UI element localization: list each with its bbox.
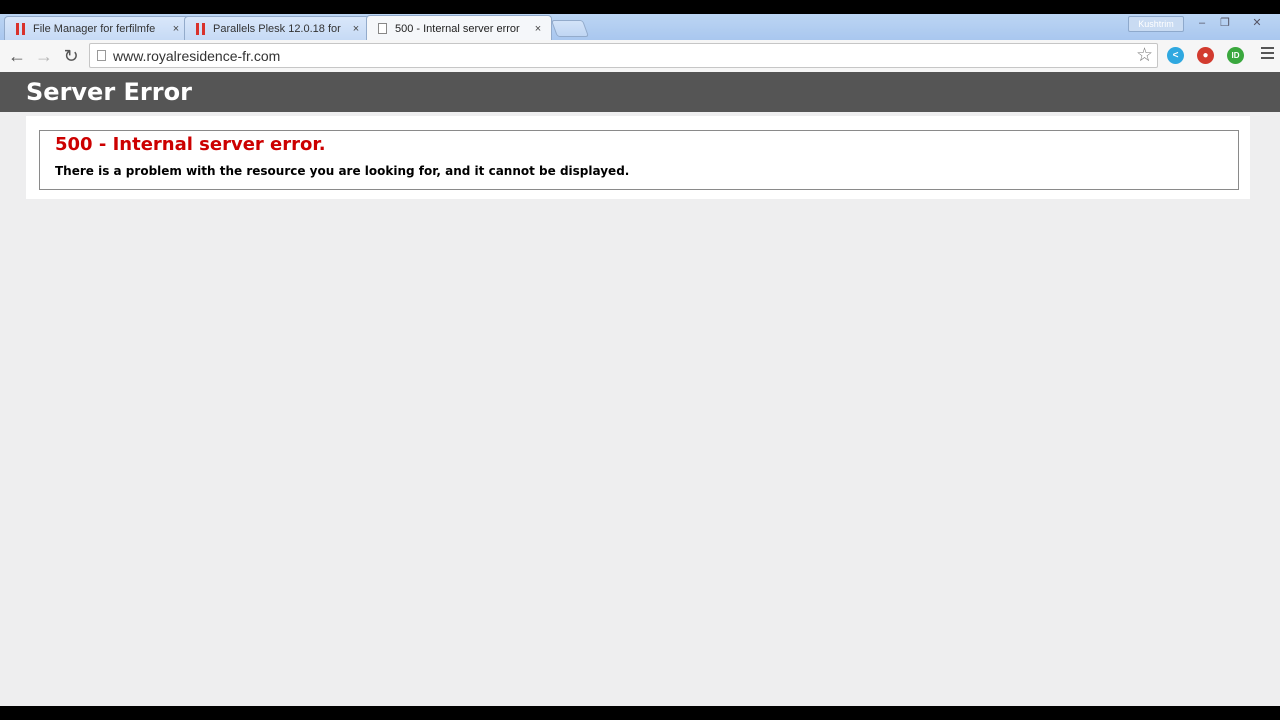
page-icon [97,50,106,61]
tab-file-manager[interactable]: File Manager for ferfilmfe × [4,16,190,40]
tab-parallels-plesk[interactable]: Parallels Plesk 12.0.18 for × [184,16,370,40]
url-text[interactable]: www.royalresidence-fr.com [113,48,280,64]
restore-icon[interactable]: ❐ [1215,16,1235,30]
content-panel: 500 - Internal server error. There is a … [26,116,1250,199]
tab-title: File Manager for ferfilmfe [33,22,156,35]
page-viewport: Server Error 500 - Internal server error… [0,72,1280,706]
browser-window: File Manager for ferfilmfe × Parallels P… [0,14,1280,706]
new-tab-button[interactable] [550,20,590,37]
bookmark-star-icon[interactable]: ☆ [1136,44,1153,67]
window-close-icon[interactable]: ✕ [1247,16,1267,30]
plesk-favicon-icon [13,22,27,36]
error-box: 500 - Internal server error. There is a … [39,130,1239,190]
browser-toolbar: ← → ↻ www.royalresidence-fr.com ☆ < ● ID [0,40,1280,73]
green-extension-icon[interactable]: ID [1227,47,1244,64]
tab-close-icon[interactable]: × [169,23,183,35]
reload-icon[interactable]: ↻ [60,45,82,67]
tab-title: 500 - Internal server error [395,22,520,35]
tab-strip: File Manager for ferfilmfe × Parallels P… [0,14,1280,41]
adblock-extension-icon[interactable]: ● [1197,47,1214,64]
server-error-header: Server Error [0,72,1280,112]
tab-close-icon[interactable]: × [349,23,363,35]
document-favicon-icon [375,22,389,36]
plesk-favicon-icon [193,22,207,36]
share-extension-icon[interactable]: < [1167,47,1184,64]
address-bar[interactable]: www.royalresidence-fr.com ☆ [89,43,1158,68]
minimize-icon[interactable]: – [1192,16,1212,30]
menu-icon[interactable] [1261,47,1274,62]
back-arrow-icon[interactable]: ← [6,45,28,67]
error-message: There is a problem with the resource you… [55,164,630,178]
tab-close-icon[interactable]: × [531,23,545,35]
tab-title: Parallels Plesk 12.0.18 for [213,22,341,35]
error-title: 500 - Internal server error. [55,134,326,155]
profile-button[interactable]: Kushtrim [1128,16,1184,32]
page-title: Server Error [26,78,192,106]
forward-arrow-icon[interactable]: → [33,45,55,67]
tab-internal-server-error[interactable]: 500 - Internal server error × [366,15,552,41]
